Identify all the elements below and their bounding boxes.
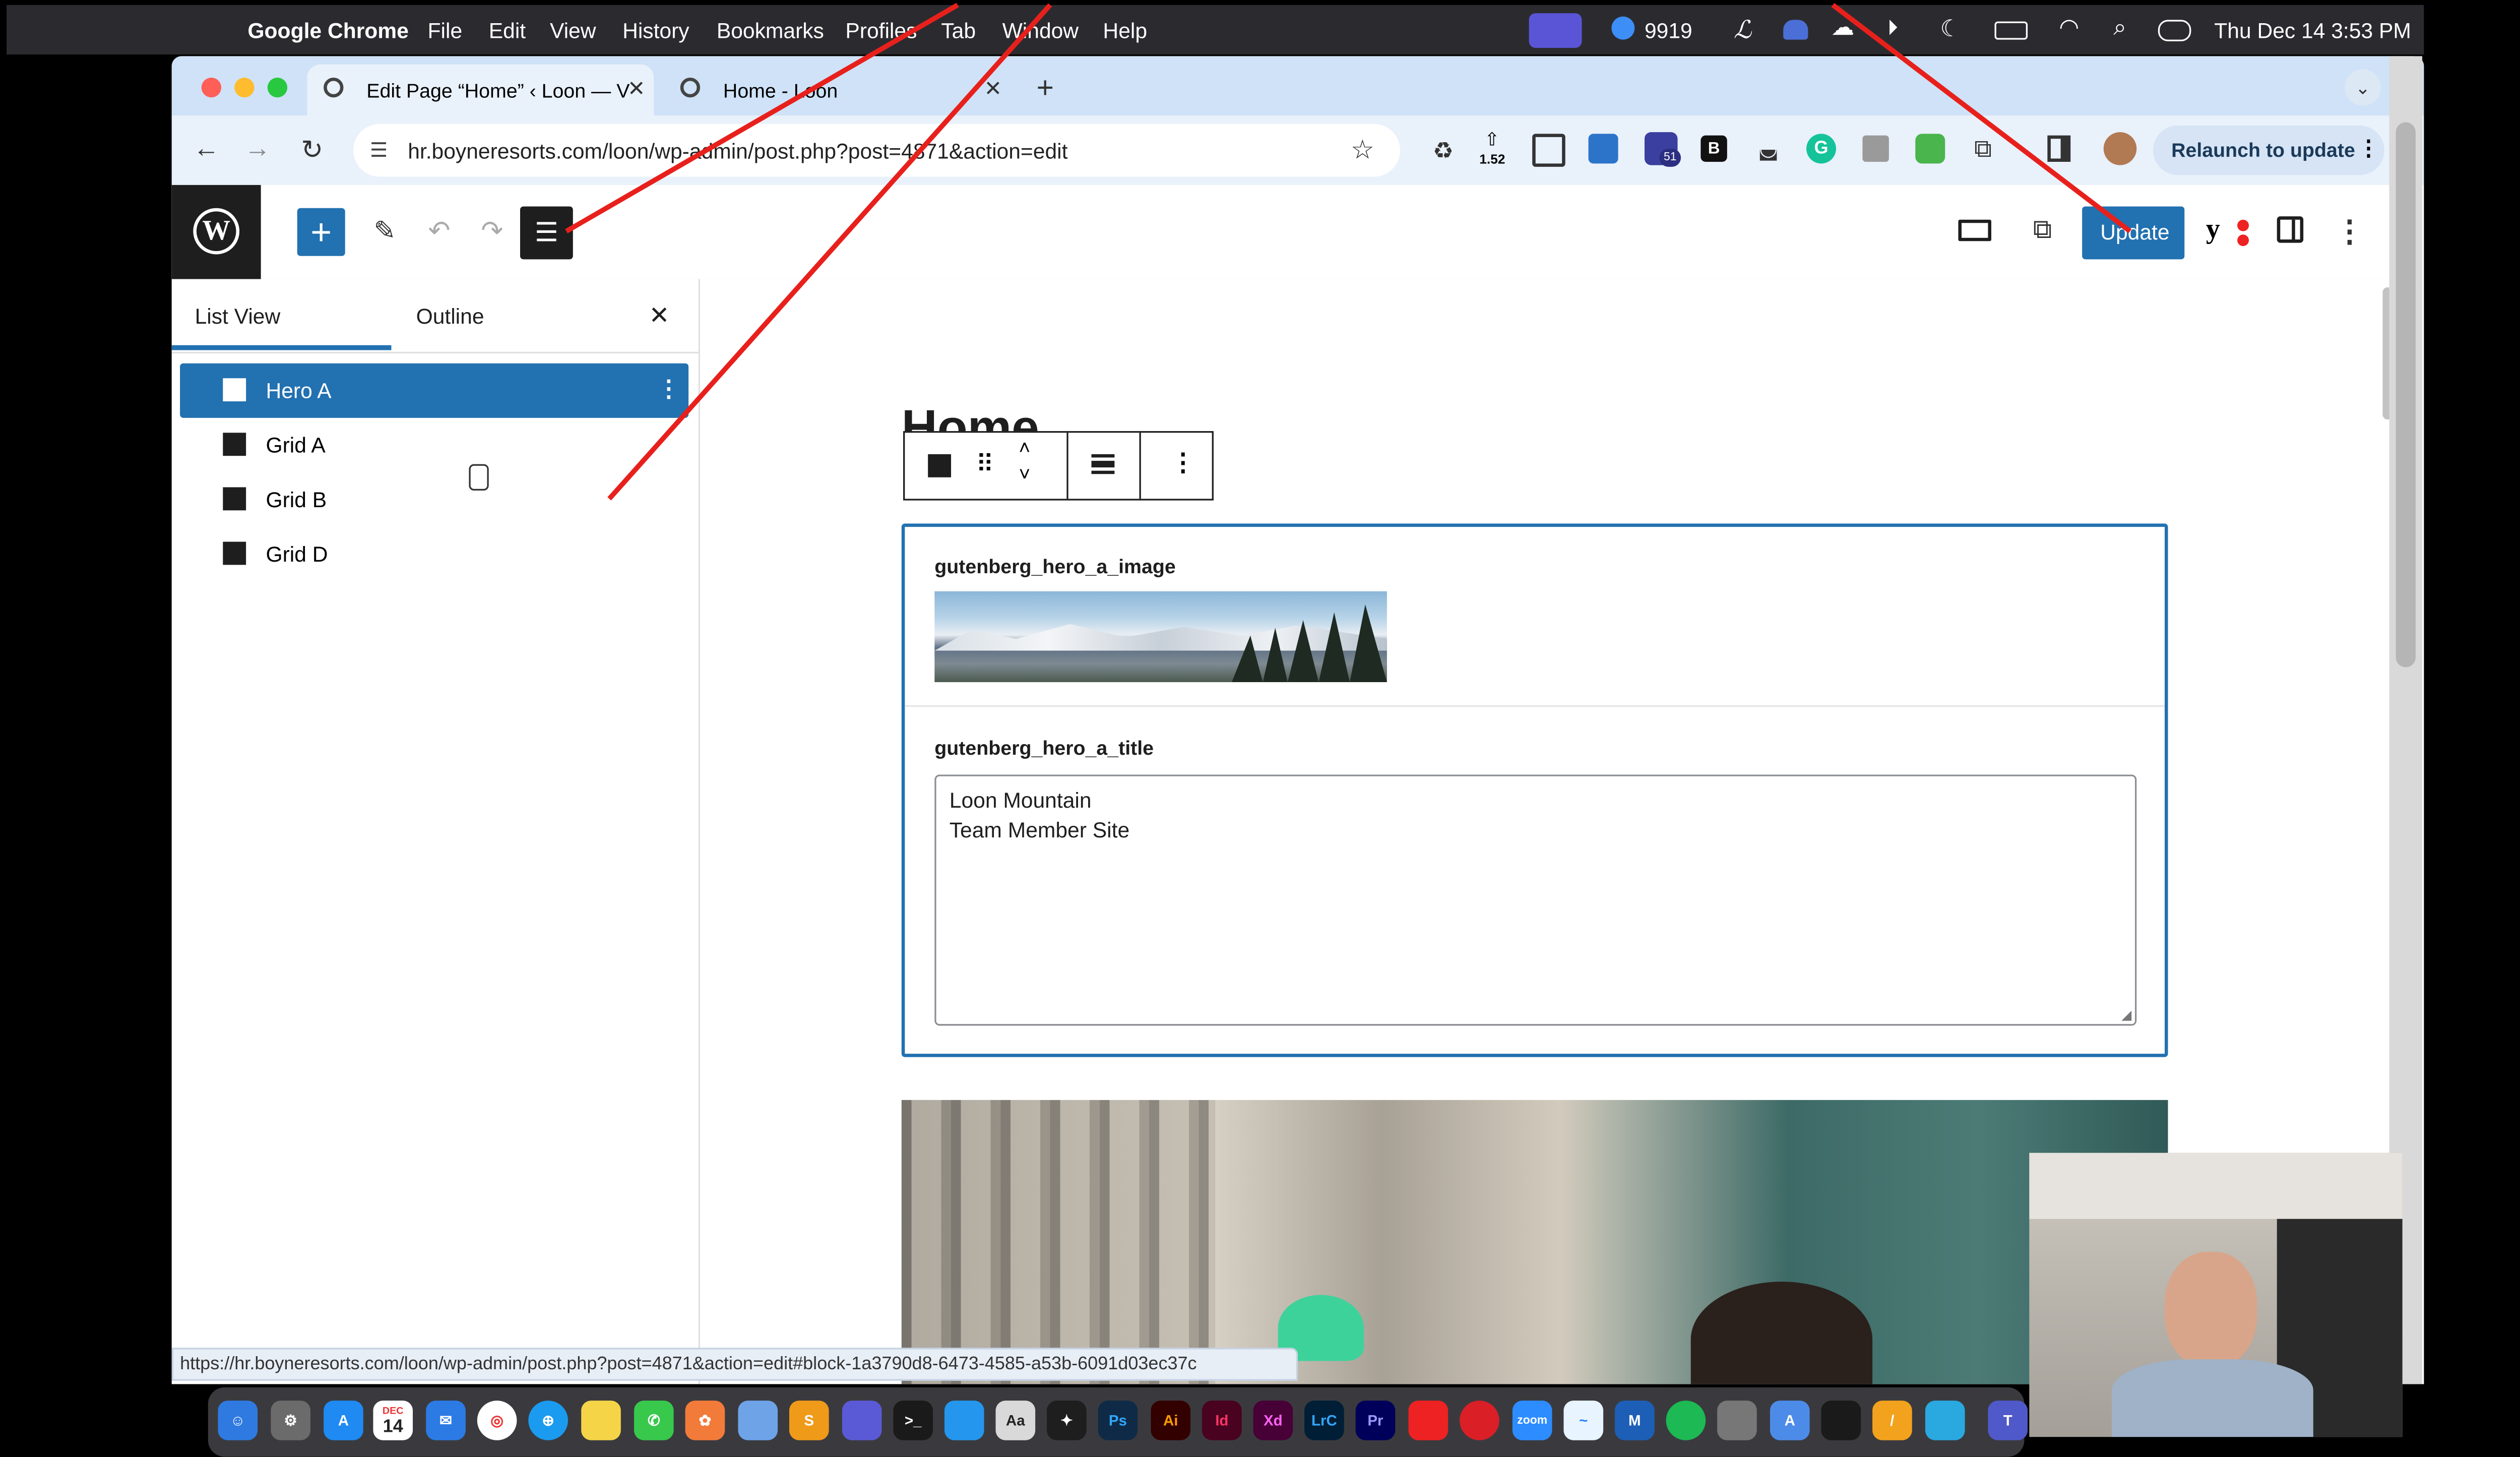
annotation-line	[1831, 3, 2132, 233]
annotation-line	[565, 3, 959, 233]
annotation-overlay	[565, 3, 2132, 501]
